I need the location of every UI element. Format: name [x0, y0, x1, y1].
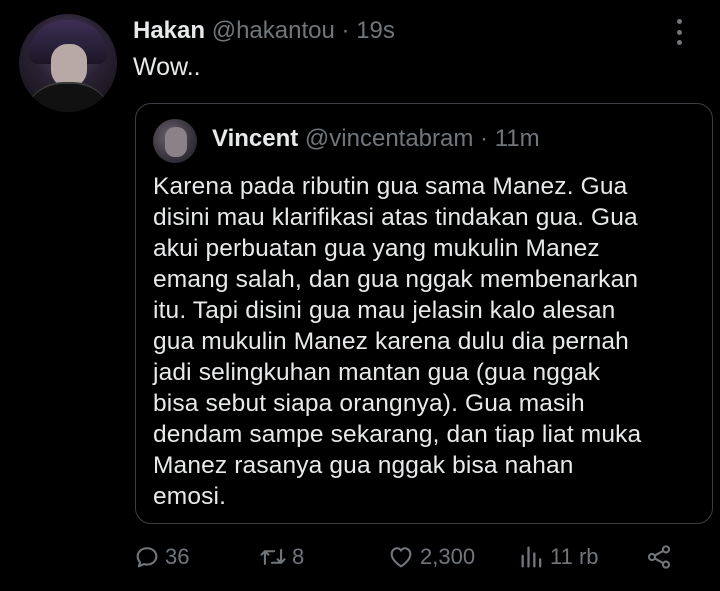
- quoted-text-line: itu. Tapi disini gua mau jelasin kalo al…: [153, 297, 616, 324]
- author-handle[interactable]: @hakantou: [212, 17, 335, 44]
- action-bar: 36 8 2,300 11 rb: [133, 540, 693, 574]
- quoted-text-line: akui perbuatan gua yang mukulin Manez: [153, 235, 600, 262]
- views-icon: [521, 546, 542, 568]
- quoted-text-line: Manez rasanya gua nggak bisa nahan: [153, 452, 574, 479]
- author-name[interactable]: Hakan: [133, 17, 205, 44]
- reply-count: 36: [165, 544, 190, 569]
- quoted-text-line: gua mukulin Manez karena dulu dia pernah: [153, 328, 629, 355]
- quoted-text-line: emang salah, dan gua nggak membenarkan: [153, 266, 639, 293]
- quoted-time: 11m: [494, 125, 540, 152]
- quoted-text-line: emosi.: [153, 483, 227, 510]
- quoted-author-handle: @vincentabram: [304, 125, 474, 152]
- quoted-text-line: jadi selingkuhan mantan gua (gua nggak: [153, 359, 601, 386]
- like-button[interactable]: 2,300: [386, 540, 475, 574]
- tweet-header: Hakan @hakantou · 19s: [133, 14, 395, 48]
- views-count: 11 rb: [550, 544, 599, 569]
- quoted-text-line: Karena pada ributin gua sama Manez. Gua: [153, 173, 628, 200]
- tweet: Hakan @hakantou · 19s Wow.. Vincent @vin…: [0, 0, 720, 591]
- tweet-text: Wow..: [133, 53, 201, 81]
- quoted-header: Vincent @vincentabram · 11m: [212, 121, 540, 157]
- header-separator: ·: [341, 17, 350, 44]
- more-vertical-icon[interactable]: [671, 19, 687, 45]
- quoted-header-separator: ·: [480, 125, 489, 152]
- quoted-author-name: Vincent: [212, 125, 299, 152]
- reply-button[interactable]: 36: [133, 540, 189, 574]
- quoted-text-line: disini mau klarifikasi atas tindakan gua…: [153, 204, 638, 231]
- retweet-button[interactable]: 8: [258, 540, 304, 574]
- quoted-avatar[interactable]: [153, 119, 197, 163]
- share-icon: [647, 545, 671, 569]
- quoted-tweet[interactable]: Vincent @vincentabram · 11m Karena pada …: [135, 103, 713, 524]
- views-button[interactable]: 11 rb: [518, 540, 599, 574]
- quoted-text-line: dendam sampe sekarang, dan tiap liat muk…: [153, 421, 642, 448]
- retweet-count: 8: [292, 544, 305, 569]
- reply-icon: [136, 547, 158, 568]
- quoted-text: Karena pada ributin gua sama Manez. Gua …: [153, 171, 693, 512]
- heart-icon: [390, 547, 412, 568]
- retweet-icon: [260, 549, 286, 565]
- quoted-text-line: bisa sebut siapa orangnya). Gua masih: [153, 390, 585, 417]
- like-count: 2,300: [420, 544, 476, 569]
- avatar[interactable]: [19, 14, 117, 112]
- tweet-time[interactable]: 19s: [356, 17, 395, 44]
- share-button[interactable]: [645, 540, 673, 574]
